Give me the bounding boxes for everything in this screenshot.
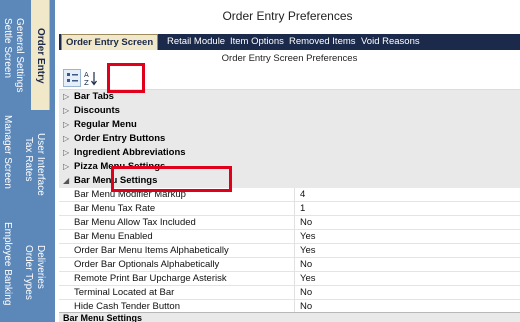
category-label: Order Entry Buttons xyxy=(74,133,166,144)
category-label: Discounts xyxy=(74,105,120,116)
property-name: Order Bar Optionals Alphabetically xyxy=(74,259,220,270)
column-divider xyxy=(294,300,295,312)
column-divider xyxy=(294,244,295,258)
main-panel: Order Entry Preferences Order Entry Scre… xyxy=(55,0,520,322)
expand-arrow-icon[interactable]: ▷ xyxy=(63,90,69,104)
column-divider xyxy=(294,258,295,272)
tab-order-entry-screen[interactable]: Order Entry Screen xyxy=(61,34,159,50)
property-row[interactable]: Bar Menu Enabled Yes xyxy=(59,230,520,244)
sidebar-item-settle-screen[interactable]: Settle Screen xyxy=(2,18,13,78)
sidebar-item-order-types[interactable]: Order Types xyxy=(23,245,34,300)
property-name: Bar Menu Enabled xyxy=(74,231,153,242)
category-discounts[interactable]: ▷ Discounts xyxy=(59,104,520,118)
alphabetical-sort-button[interactable]: A Z xyxy=(83,69,101,87)
tab-removed-items[interactable]: Removed Items xyxy=(285,34,360,50)
property-value[interactable]: Yes xyxy=(300,230,316,244)
tab-void-reasons[interactable]: Void Reasons xyxy=(357,34,424,50)
column-divider xyxy=(294,216,295,230)
property-row[interactable]: Order Bar Menu Items Alphabetically Yes xyxy=(59,244,520,258)
alphabetical-sort-icon: A Z xyxy=(84,71,97,87)
sidebar-item-order-entry[interactable]: Order Entry xyxy=(31,0,50,110)
svg-text:Z: Z xyxy=(84,79,89,87)
svg-text:A: A xyxy=(84,71,89,79)
tab-item-options[interactable]: Item Options xyxy=(226,34,288,50)
property-row[interactable]: Bar Menu Allow Tax Included No xyxy=(59,216,520,230)
sidebar-item-general-settings[interactable]: General Settings xyxy=(14,18,25,93)
highlight-box-category xyxy=(111,166,232,192)
property-value[interactable]: No xyxy=(300,216,312,230)
left-sidebar: Settle Screen General Settings Order Ent… xyxy=(0,0,55,322)
property-row[interactable]: Bar Menu Tax Rate 1 xyxy=(59,202,520,216)
property-row[interactable]: Remote Print Bar Upcharge Asterisk Yes xyxy=(59,272,520,286)
sidebar-item-employee-banking[interactable]: Employee Banking xyxy=(2,222,13,305)
property-value[interactable]: 4 xyxy=(300,188,305,202)
property-name: Bar Menu Tax Rate xyxy=(74,203,156,214)
expand-arrow-icon[interactable]: ▷ xyxy=(63,132,69,146)
property-row[interactable]: Terminal Located at Bar No xyxy=(59,286,520,300)
property-value[interactable]: No xyxy=(300,286,312,300)
sidebar-item-order-entry-label: Order Entry xyxy=(35,28,46,84)
description-panel-title: Bar Menu Settings xyxy=(59,312,520,322)
tab-retail-module[interactable]: Retail Module xyxy=(163,34,229,50)
categorized-view-icon xyxy=(67,73,78,82)
expand-arrow-icon[interactable]: ▷ xyxy=(63,160,69,174)
expand-arrow-icon[interactable]: ▷ xyxy=(63,118,69,132)
property-row[interactable]: Order Bar Optionals Alphabetically No xyxy=(59,258,520,272)
category-label: Ingredient Abbreviations xyxy=(74,147,186,158)
category-regular-menu[interactable]: ▷ Regular Menu xyxy=(59,118,520,132)
property-value[interactable]: Yes xyxy=(300,244,316,258)
property-value[interactable]: 1 xyxy=(300,202,305,216)
property-value[interactable]: Yes xyxy=(300,272,316,286)
category-label: Regular Menu xyxy=(74,119,137,130)
column-divider xyxy=(294,188,295,202)
property-grid: ▷ Bar Tabs ▷ Discounts ▷ Regular Menu ▷ … xyxy=(59,90,520,312)
expand-arrow-icon[interactable]: ▷ xyxy=(63,146,69,160)
sidebar-item-tax-rates[interactable]: Tax Rates xyxy=(23,137,34,181)
sidebar-item-user-interface[interactable]: User Interface xyxy=(35,133,46,196)
tab-strip: Order Entry Screen Retail Module Item Op… xyxy=(59,34,520,50)
property-name: Order Bar Menu Items Alphabetically xyxy=(74,245,229,256)
column-divider xyxy=(294,286,295,300)
property-row[interactable]: Hide Cash Tender Button No xyxy=(59,300,520,312)
sidebar-item-deliveries[interactable]: Deliveries xyxy=(35,245,46,289)
property-name: Remote Print Bar Upcharge Asterisk xyxy=(74,273,227,284)
collapse-arrow-icon[interactable]: ◢ xyxy=(63,174,69,188)
categorized-view-button[interactable] xyxy=(63,69,81,87)
sidebar-item-manager-screen[interactable]: Manager Screen xyxy=(2,115,13,189)
property-name: Bar Menu Allow Tax Included xyxy=(74,217,196,228)
column-divider xyxy=(294,230,295,244)
property-value[interactable]: No xyxy=(300,258,312,272)
window-title: Order Entry Preferences xyxy=(222,9,353,23)
category-ingredient-abbreviations[interactable]: ▷ Ingredient Abbreviations xyxy=(59,146,520,160)
highlight-box-toolbar xyxy=(107,63,145,93)
column-divider xyxy=(294,272,295,286)
category-order-entry-buttons[interactable]: ▷ Order Entry Buttons xyxy=(59,132,520,146)
property-value[interactable]: No xyxy=(300,300,312,312)
column-divider xyxy=(294,202,295,216)
property-name: Terminal Located at Bar xyxy=(74,287,175,298)
property-name: Hide Cash Tender Button xyxy=(74,301,180,312)
expand-arrow-icon[interactable]: ▷ xyxy=(63,104,69,118)
